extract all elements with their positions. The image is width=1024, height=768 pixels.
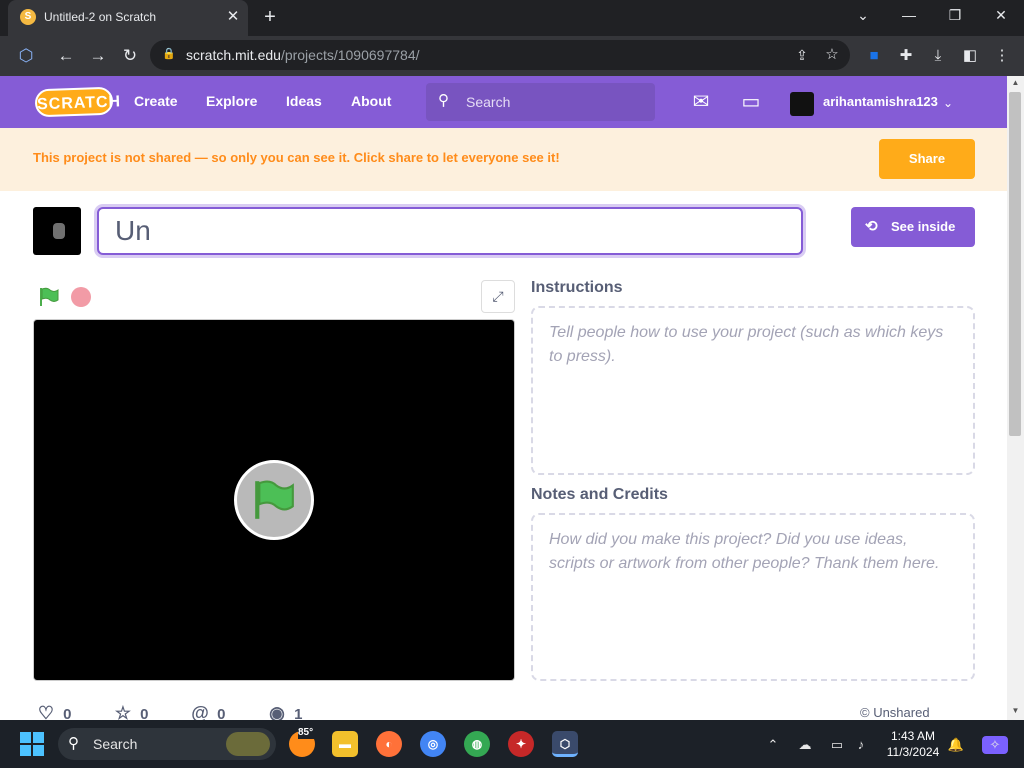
taskbar-search-label: Search xyxy=(93,736,138,752)
share-button[interactable]: Share xyxy=(879,139,975,179)
account-caret-icon[interactable]: ⌄ xyxy=(943,94,957,112)
address-bar[interactable]: 🔒 scratch.mit.edu/projects/1090697784/ ⇪… xyxy=(150,40,850,70)
download-icon[interactable]: ⤓ xyxy=(927,45,949,67)
scroll-up-icon[interactable]: ▲ xyxy=(1007,76,1024,90)
firefox-icon[interactable]: ◐ xyxy=(376,731,402,757)
nav-about-link[interactable]: About xyxy=(351,93,396,111)
copilot-icon[interactable]: ✧ xyxy=(982,736,1008,754)
search-placeholder: Search xyxy=(466,94,511,110)
scratch-logo[interactable]: SCRATCH xyxy=(34,86,121,118)
forward-icon[interactable]: → xyxy=(86,44,110,68)
taskbar-search[interactable]: ⚲ Search xyxy=(58,728,276,760)
browser-tab[interactable]: S Untitled-2 on Scratch ✕ xyxy=(8,0,248,36)
active-browser-icon[interactable]: ⬡ xyxy=(552,731,578,757)
search-icon: ⚲ xyxy=(68,735,79,752)
stop-icon[interactable] xyxy=(71,287,91,307)
search-icon: ⚲ xyxy=(438,92,449,109)
back-icon[interactable]: ← xyxy=(54,44,78,68)
search-highlight-icon xyxy=(226,732,270,756)
fullscreen-icon[interactable]: ⤢ xyxy=(481,280,515,313)
side-panel-icon[interactable]: ◧ xyxy=(959,45,981,67)
red-app-icon[interactable]: ✦ xyxy=(508,731,534,757)
stage-green-flag-overlay[interactable] xyxy=(234,460,314,540)
browser-app-icon[interactable]: ◍ xyxy=(464,731,490,757)
tab-search-chevron-icon[interactable]: ⌄ xyxy=(840,0,886,32)
clock-time: 1:43 AM xyxy=(890,729,936,743)
onedrive-icon[interactable]: ☁ xyxy=(796,736,814,754)
weather-temperature: 85° xyxy=(298,727,320,739)
see-inside-icon: ⟲ xyxy=(865,218,878,235)
minimize-icon[interactable]: — xyxy=(886,0,932,32)
restore-icon[interactable]: ❐ xyxy=(932,0,978,32)
instructions-heading: Instructions xyxy=(531,279,623,296)
share-page-icon[interactable]: ⇪ xyxy=(792,45,812,65)
unshared-status: © Unshared xyxy=(860,705,930,720)
see-inside-button[interactable]: ⟲ See inside xyxy=(851,207,975,247)
lock-icon: 🔒 xyxy=(162,48,176,60)
chrome-icon[interactable]: ◎ xyxy=(420,731,446,757)
windows-start-icon[interactable] xyxy=(20,732,44,756)
notes-textarea[interactable]: How did you make this project? Did you u… xyxy=(531,513,975,681)
nav-explore-link[interactable]: Explore xyxy=(206,93,261,111)
my-stuff-folder-icon[interactable]: ▭ xyxy=(738,90,764,114)
new-tab-icon[interactable]: + xyxy=(258,5,282,29)
instructions-textarea[interactable]: Tell people how to use your project (suc… xyxy=(531,306,975,475)
scrollbar-thumb[interactable] xyxy=(1009,92,1021,436)
nav-create-link[interactable]: Create xyxy=(134,93,184,111)
banner-message: This project is not shared — so only you… xyxy=(33,150,560,165)
green-flag-icon[interactable] xyxy=(38,286,60,308)
volume-icon[interactable]: ♪ xyxy=(852,736,870,754)
taskbar-clock[interactable]: 1:43 AM 11/3/2024 xyxy=(884,728,942,762)
project-thumbnail[interactable] xyxy=(33,207,81,255)
tray-chevron-icon[interactable]: ⌃ xyxy=(764,736,782,754)
username[interactable]: arihantamishra123 xyxy=(823,94,938,112)
user-avatar[interactable] xyxy=(790,92,814,116)
reload-icon[interactable]: ↻ xyxy=(118,44,142,68)
scroll-down-icon[interactable]: ▼ xyxy=(1007,704,1024,718)
thumbnail-sprite xyxy=(53,223,65,239)
browser-menu-icon[interactable]: ⋮ xyxy=(991,45,1013,67)
scratch-favicon-icon: S xyxy=(20,9,36,25)
tab-close-icon[interactable]: ✕ xyxy=(223,7,243,27)
bookmark-star-icon[interactable]: ☆ xyxy=(822,45,842,65)
scratch-search-input[interactable]: ⚲ Search xyxy=(426,83,655,121)
nav-ideas-link[interactable]: Ideas xyxy=(286,93,326,111)
extensions-puzzle-icon[interactable]: ✚ xyxy=(895,45,917,67)
project-title-input[interactable] xyxy=(97,207,803,255)
tab-title: Untitled-2 on Scratch xyxy=(44,10,157,24)
notes-heading: Notes and Credits xyxy=(531,486,668,503)
notification-bell-icon[interactable]: 🔔 xyxy=(947,736,965,754)
see-inside-label: See inside xyxy=(891,219,956,234)
green-flag-icon xyxy=(255,480,294,519)
network-icon[interactable]: ▭ xyxy=(828,736,846,754)
clock-date: 11/3/2024 xyxy=(886,745,940,759)
page-scrollbar[interactable]: ▲ ▼ xyxy=(1007,76,1024,720)
url-text: scratch.mit.edu/projects/1090697784/ xyxy=(186,47,420,63)
extension-video-icon[interactable]: ■ xyxy=(863,45,885,67)
file-explorer-icon[interactable]: ▬ xyxy=(332,731,358,757)
close-window-icon[interactable]: ✕ xyxy=(978,0,1024,32)
messages-envelope-icon[interactable]: ✉ xyxy=(688,90,714,114)
browser-profile-icon[interactable]: ⬡ xyxy=(14,44,38,68)
